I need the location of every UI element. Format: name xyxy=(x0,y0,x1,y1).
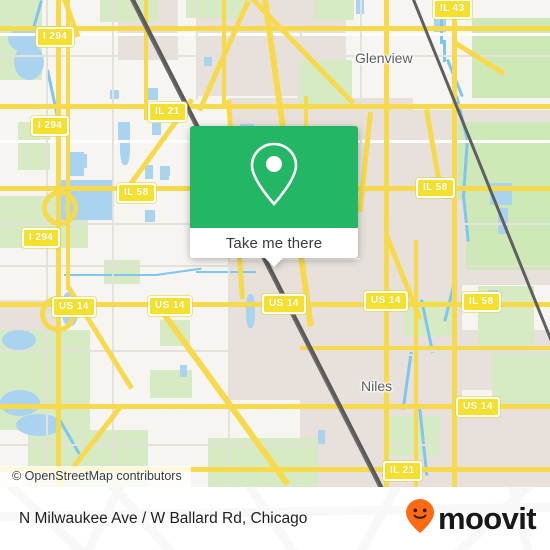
road-shield: IL 58 xyxy=(416,178,455,198)
road-shield: I 294 xyxy=(31,116,70,136)
moovit-wordmark: moovit xyxy=(437,501,537,536)
road-shield: IL 58 xyxy=(117,183,156,203)
moovit-brand[interactable]: moovit xyxy=(405,487,537,550)
footer-bar: N Milwaukee Ave / W Ballard Rd, Chicago … xyxy=(0,487,550,550)
road-shield: US 14 xyxy=(148,296,192,316)
popup-header xyxy=(190,126,358,228)
road-shield: I 294 xyxy=(22,228,61,248)
osm-attribution-label: © OpenStreetMap contributors xyxy=(12,469,182,483)
road-shield: IL 43 xyxy=(433,0,472,19)
osm-attribution[interactable]: © OpenStreetMap contributors xyxy=(0,466,191,487)
road-shield: IL 21 xyxy=(148,102,187,122)
map-pin-icon xyxy=(246,140,302,215)
take-me-there-label: Take me there xyxy=(225,234,323,252)
map-screenshot: Glenview Niles IL 43 I 294 IL 21 I 294 I… xyxy=(0,0,550,550)
moovit-smiley-pin-icon xyxy=(405,498,435,539)
road-shield: IL 58 xyxy=(462,292,501,312)
popup-tail xyxy=(265,258,283,267)
road-shield: I 294 xyxy=(36,27,75,47)
location-caption-label: N Milwaukee Ave / W Ballard Rd, Chicago xyxy=(19,509,308,527)
location-caption: N Milwaukee Ave / W Ballard Rd, Chicago xyxy=(19,487,307,550)
road-shield: US 14 xyxy=(262,294,306,314)
road-shield: IL 21 xyxy=(383,461,422,481)
station-popup[interactable]: Take me there xyxy=(190,126,358,267)
road-shield: US 14 xyxy=(52,297,96,317)
map-canvas[interactable]: Glenview Niles IL 43 I 294 IL 21 I 294 I… xyxy=(0,0,550,487)
road-shield: US 14 xyxy=(456,397,500,417)
take-me-there-button[interactable]: Take me there xyxy=(190,228,358,258)
road-shield: US 14 xyxy=(364,291,408,311)
